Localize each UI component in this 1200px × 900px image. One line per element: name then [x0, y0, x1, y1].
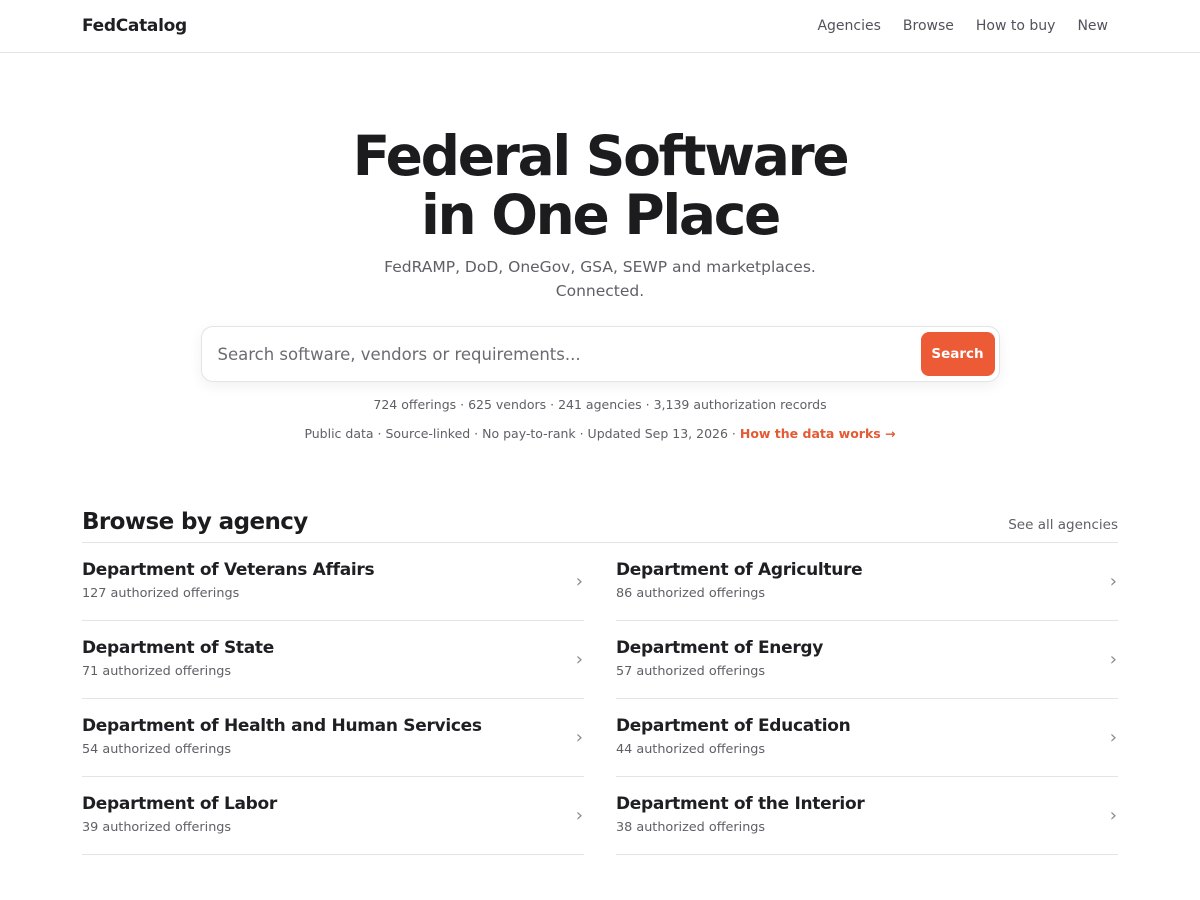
browse-by-agency-section: Browse by agency See all agencies Depart…	[82, 509, 1118, 855]
hero-title-line-2: in One Place	[420, 183, 781, 247]
top-navigation-bar: FedCatalog Agencies Browse How to buy Ne…	[0, 0, 1200, 53]
agency-row[interactable]: Department of Energy 57 authorized offer…	[616, 621, 1118, 699]
nav-link-new[interactable]: New	[1077, 18, 1108, 34]
agency-name: Department of Education	[616, 716, 851, 736]
chevron-right-icon: ›	[1109, 649, 1117, 670]
chevron-right-icon: ›	[575, 571, 583, 592]
agency-name: Department of Energy	[616, 638, 824, 658]
agency-name: Department of Agriculture	[616, 560, 863, 580]
agency-row[interactable]: Department of Labor 39 authorized offeri…	[82, 777, 584, 855]
agency-offering-count: 86 authorized offerings	[616, 586, 766, 601]
agency-name: Department of Veterans Affairs	[82, 560, 375, 580]
agency-row[interactable]: Department of Agriculture 86 authorized …	[616, 543, 1118, 621]
nav-link-how-to-buy[interactable]: How to buy	[976, 18, 1056, 34]
main-nav: Agencies Browse How to buy New	[817, 18, 1108, 34]
hero-subtitle-line-1: FedRAMP, DoD, OneGov, GSA, SEWP and mark…	[384, 258, 816, 276]
agency-offering-count: 57 authorized offerings	[616, 664, 766, 679]
agency-name: Department of State	[82, 638, 274, 658]
hero-title: Federal Software in One Place	[0, 127, 1200, 245]
agency-name: Department of Labor	[82, 794, 278, 814]
hero-subtitle: FedRAMP, DoD, OneGov, GSA, SEWP and mark…	[0, 255, 1200, 303]
agency-row[interactable]: Department of Health and Human Services …	[82, 699, 584, 777]
agency-row[interactable]: Department of the Interior 38 authorized…	[616, 777, 1118, 855]
section-header: Browse by agency See all agencies	[82, 509, 1118, 543]
hero-section: Federal Software in One Place FedRAMP, D…	[0, 127, 1200, 441]
agency-name: Department of Health and Human Services	[82, 716, 482, 736]
chevron-right-icon: ›	[1109, 727, 1117, 748]
agency-grid: Department of Veterans Affairs 127 autho…	[82, 543, 1118, 855]
agency-row[interactable]: Department of State 71 authorized offeri…	[82, 621, 584, 699]
data-meta-line: Public data · Source-linked · No pay-to-…	[0, 426, 1200, 441]
hero-title-line-1: Federal Software	[352, 124, 850, 188]
brand-logo[interactable]: FedCatalog	[82, 16, 187, 36]
how-the-data-works-link[interactable]: How the data works →	[740, 426, 896, 441]
search-input[interactable]	[217, 344, 921, 364]
agency-row[interactable]: Department of Education 44 authorized of…	[616, 699, 1118, 777]
agency-offering-count: 54 authorized offerings	[82, 742, 232, 757]
data-meta-text: Public data · Source-linked · No pay-to-…	[304, 426, 740, 441]
agency-name: Department of the Interior	[616, 794, 865, 814]
agency-offering-count: 39 authorized offerings	[82, 820, 232, 835]
catalog-stats: 724 offerings · 625 vendors · 241 agenci…	[373, 397, 827, 412]
agency-offering-count: 127 authorized offerings	[82, 586, 240, 601]
chevron-right-icon: ›	[575, 805, 583, 826]
chevron-right-icon: ›	[1109, 805, 1117, 826]
see-all-agencies-link[interactable]: See all agencies	[1008, 517, 1118, 533]
chevron-right-icon: ›	[575, 649, 583, 670]
hero-subtitle-line-2: Connected.	[555, 282, 645, 300]
search-button[interactable]: Search	[920, 332, 995, 376]
chevron-right-icon: ›	[575, 727, 583, 748]
search-bar: Search	[200, 326, 1000, 382]
agency-row[interactable]: Department of Veterans Affairs 127 autho…	[82, 543, 584, 621]
section-title: Browse by agency	[82, 509, 308, 535]
nav-link-browse[interactable]: Browse	[903, 18, 954, 34]
agency-offering-count: 71 authorized offerings	[82, 664, 232, 679]
agency-offering-count: 38 authorized offerings	[616, 820, 766, 835]
nav-link-agencies[interactable]: Agencies	[817, 18, 880, 34]
agency-offering-count: 44 authorized offerings	[616, 742, 766, 757]
chevron-right-icon: ›	[1109, 571, 1117, 592]
